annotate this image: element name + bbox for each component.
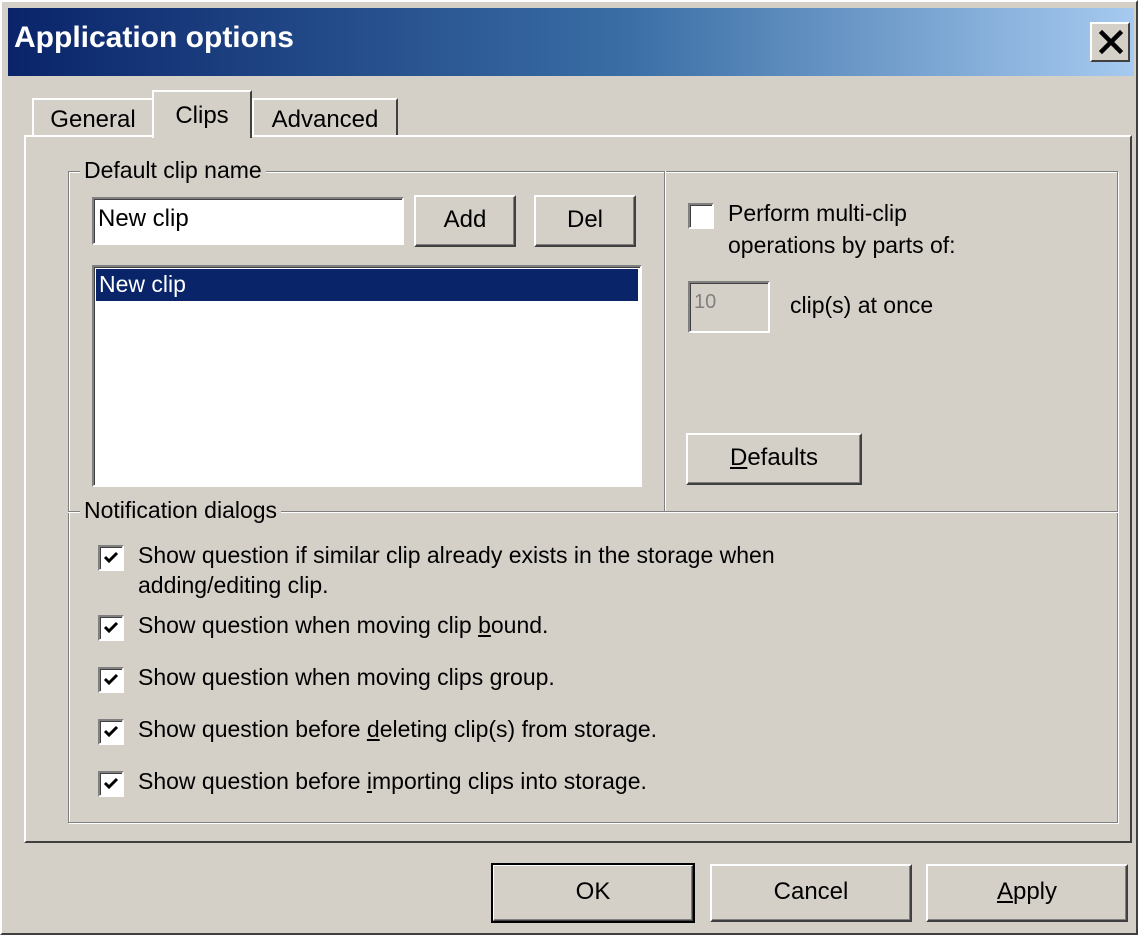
add-button[interactable]: Add [414, 195, 516, 247]
clip-name-input[interactable]: New clip [92, 197, 404, 245]
label-text: roup. [502, 664, 555, 690]
notify-move-bound-checkbox[interactable] [98, 615, 124, 641]
notify-similar-checkbox[interactable] [98, 545, 124, 571]
application-options-dialog: Application options General Clips Advanc… [0, 0, 1138, 935]
frame-vertical-divider [664, 171, 666, 511]
multi-clip-label-line1: Perform multi-clip [728, 200, 907, 226]
multi-clip-label-line2: operations by parts of: [728, 232, 956, 258]
label-text: Show question before [138, 716, 367, 742]
defaults-button[interactable]: Defaults [686, 433, 862, 485]
clips-count-value: 10 [694, 291, 717, 313]
mnemonic: d [366, 716, 380, 742]
defaults-button-label-rest: efaults [747, 444, 819, 471]
checkmark-icon [103, 673, 119, 686]
notify-similar-label-line2: adding/editing clip. [138, 572, 329, 598]
mnemonic: b [478, 612, 491, 638]
defaults-mnemonic: D [729, 444, 748, 471]
notification-dialogs-legend: Notification dialogs [80, 497, 282, 524]
tab-clips-label: Clips [175, 102, 229, 129]
tab-advanced[interactable]: Advanced [252, 98, 398, 138]
label-text: eleting clip(s) from storage. [379, 716, 658, 742]
checkmark-icon [103, 621, 119, 634]
apply-button-label-rest: pply [1012, 878, 1058, 905]
label-text: Show question when moving clip [138, 612, 479, 638]
label-text: Show question when moving clips [138, 664, 490, 690]
notify-move-bound-label: Show question when moving clip bound. [138, 611, 548, 640]
clips-count-suffix: clip(s) at once [790, 292, 934, 318]
checkmark-icon [103, 777, 119, 790]
label-text: mporting clips into storage. [372, 768, 647, 794]
notify-import-checkbox[interactable] [98, 771, 124, 797]
clips-tab-panel: Default clip name New clip Add Del New c… [24, 135, 1132, 843]
tab-general-label: General [50, 106, 136, 133]
label-text: ound. [490, 612, 549, 638]
notify-move-group-checkbox[interactable] [98, 667, 124, 693]
checkmark-icon [103, 725, 119, 738]
notify-similar-label-line1: Show question if similar clip already ex… [138, 542, 775, 568]
label-text: Show question before [138, 768, 367, 794]
ok-button[interactable]: OK [491, 863, 695, 923]
notify-delete-label: Show question before deleting clip(s) fr… [138, 715, 657, 744]
tab-advanced-label: Advanced [271, 106, 379, 133]
add-button-label: Add [443, 206, 487, 233]
checkmark-icon [103, 551, 119, 564]
tab-clips[interactable]: Clips [152, 90, 252, 138]
apply-button[interactable]: Apply [926, 864, 1128, 922]
notify-delete-checkbox[interactable] [98, 719, 124, 745]
ok-button-label: OK [575, 878, 611, 905]
clips-count-input[interactable]: 10 [688, 281, 770, 333]
multi-clip-checkbox[interactable] [688, 203, 714, 229]
title-bar[interactable]: Application options [8, 8, 1134, 76]
clip-names-list[interactable]: New clip [92, 265, 642, 487]
mnemonic: g [489, 664, 503, 690]
close-button[interactable] [1090, 22, 1130, 62]
list-item[interactable]: New clip [96, 269, 638, 301]
notify-move-group-label: Show question when moving clips group. [138, 663, 555, 692]
clip-name-input-value: New clip [98, 205, 189, 232]
del-button-label: Del [566, 206, 603, 233]
tab-general[interactable]: General [32, 98, 154, 138]
notify-import-label: Show question before importing clips int… [138, 767, 647, 796]
apply-mnemonic: A [996, 878, 1013, 905]
default-clip-name-legend: Default clip name [80, 157, 266, 184]
list-item-label: New clip [99, 271, 186, 297]
cancel-button-label: Cancel [773, 878, 849, 905]
cancel-button[interactable]: Cancel [710, 864, 912, 922]
close-icon [1099, 30, 1123, 54]
del-button[interactable]: Del [534, 195, 636, 247]
window-title: Application options [14, 21, 294, 54]
